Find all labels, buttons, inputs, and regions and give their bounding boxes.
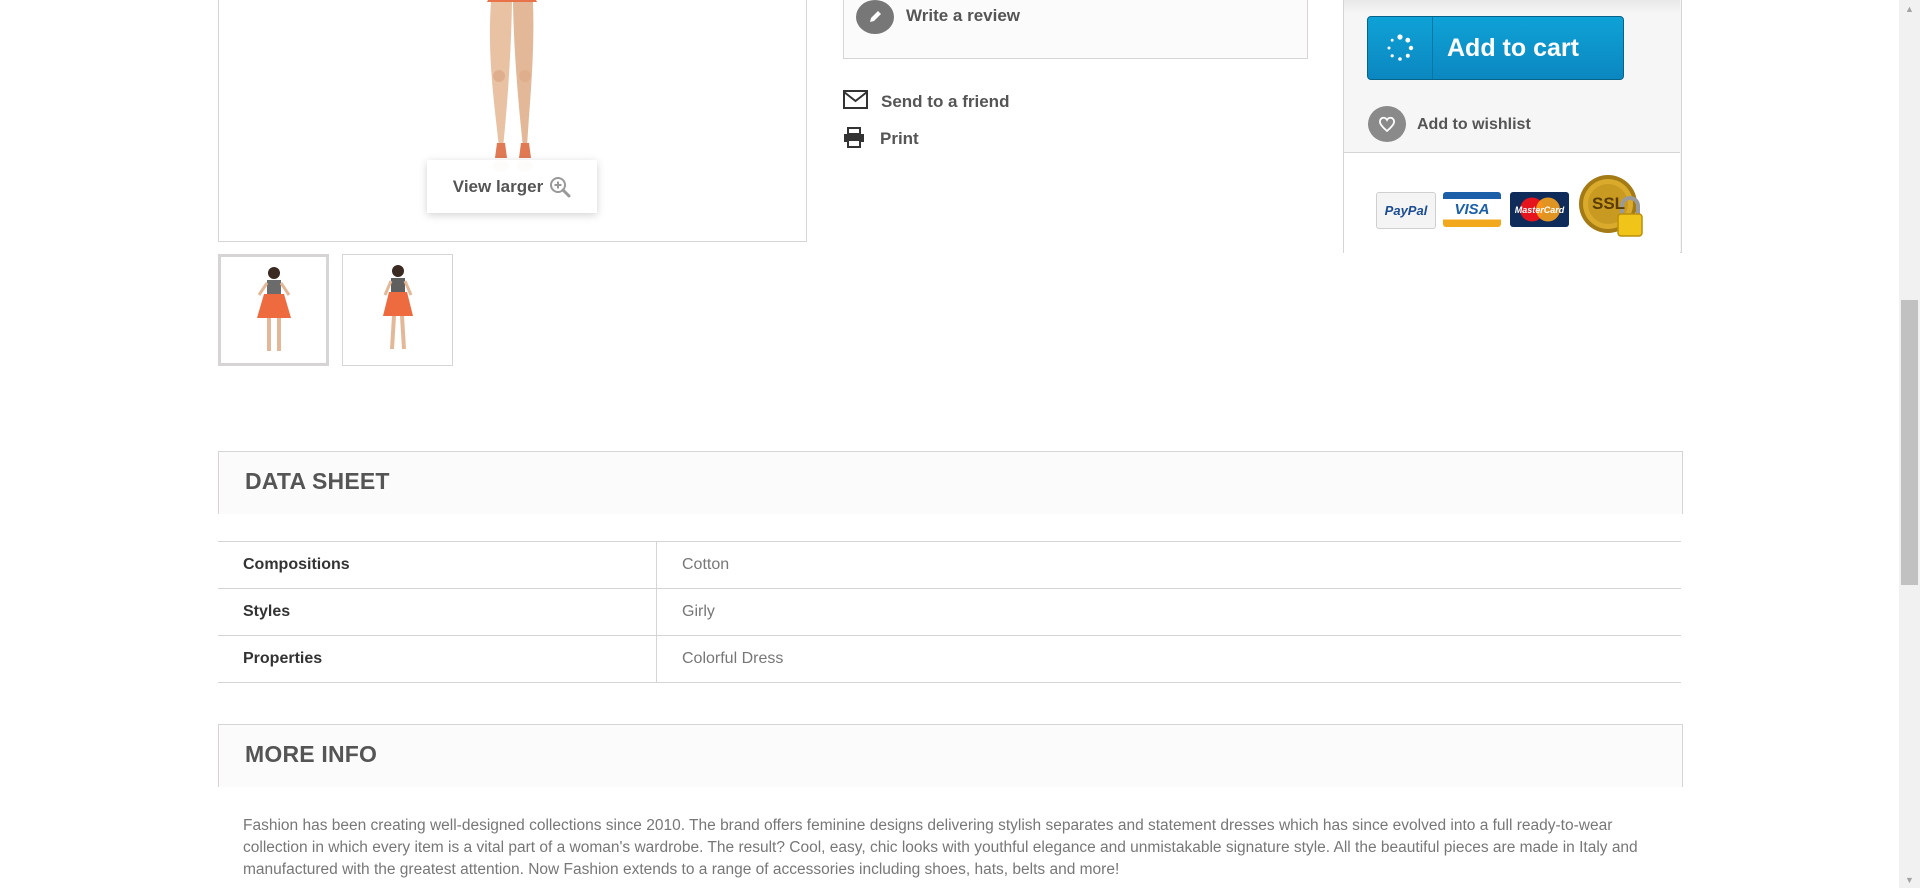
table-row: Compositions Cotton xyxy=(218,541,1681,589)
scrollbar-thumb[interactable] xyxy=(1901,300,1918,585)
data-sheet-title: DATA SHEET xyxy=(245,468,390,494)
ssl-lock-badge: SSL xyxy=(1578,172,1650,242)
paypal-logo: PayPal xyxy=(1376,192,1436,229)
send-to-friend-link[interactable]: Send to a friend xyxy=(881,92,1009,112)
product-thumbnail[interactable] xyxy=(218,254,329,366)
loading-spinner-icon xyxy=(1368,17,1433,79)
printer-icon xyxy=(844,127,864,148)
scroll-down-arrow-icon[interactable]: ▼ xyxy=(1899,871,1920,888)
heart-icon[interactable] xyxy=(1368,106,1406,142)
add-to-cart-label: Add to cart xyxy=(1447,33,1579,62)
thumbnail-image xyxy=(382,265,413,350)
data-sheet-header: DATA SHEET xyxy=(218,451,1683,514)
pencil-icon[interactable] xyxy=(856,0,894,34)
table-row: Properties Colorful Dress xyxy=(218,635,1681,683)
print-link[interactable]: Print xyxy=(880,129,919,149)
data-sheet-table: Compositions Cotton Styles Girly Propert… xyxy=(218,541,1681,683)
table-cell-label: Properties xyxy=(218,635,657,683)
table-cell-value: Girly xyxy=(656,588,1681,636)
envelope-icon xyxy=(843,90,868,109)
zoom-in-icon xyxy=(550,176,571,197)
scroll-up-arrow-icon[interactable]: ▲ xyxy=(1899,0,1920,17)
write-review-link[interactable]: Write a review xyxy=(906,6,1020,26)
table-cell-value: Cotton xyxy=(656,541,1681,589)
product-thumbnail[interactable] xyxy=(342,254,453,366)
more-info-text: Fashion has been creating well-designed … xyxy=(243,817,1638,878)
add-to-cart-button[interactable]: Add to cart xyxy=(1367,16,1624,80)
thumbnail-image xyxy=(256,267,291,351)
view-larger-label: View larger xyxy=(452,176,544,196)
table-cell-label: Styles xyxy=(218,588,657,636)
more-info-title: MORE INFO xyxy=(245,741,378,767)
mastercard-logo: MasterCard xyxy=(1510,192,1569,227)
table-cell-value: Colorful Dress xyxy=(656,635,1681,683)
add-to-wishlist-link[interactable]: Add to wishlist xyxy=(1417,116,1531,134)
visa-logo: VISA xyxy=(1443,192,1501,227)
table-cell-label: Compositions xyxy=(218,541,657,589)
more-info-header: MORE INFO xyxy=(218,724,1683,787)
table-row: Styles Girly xyxy=(218,588,1681,636)
view-larger-button[interactable]: View larger xyxy=(427,160,597,213)
